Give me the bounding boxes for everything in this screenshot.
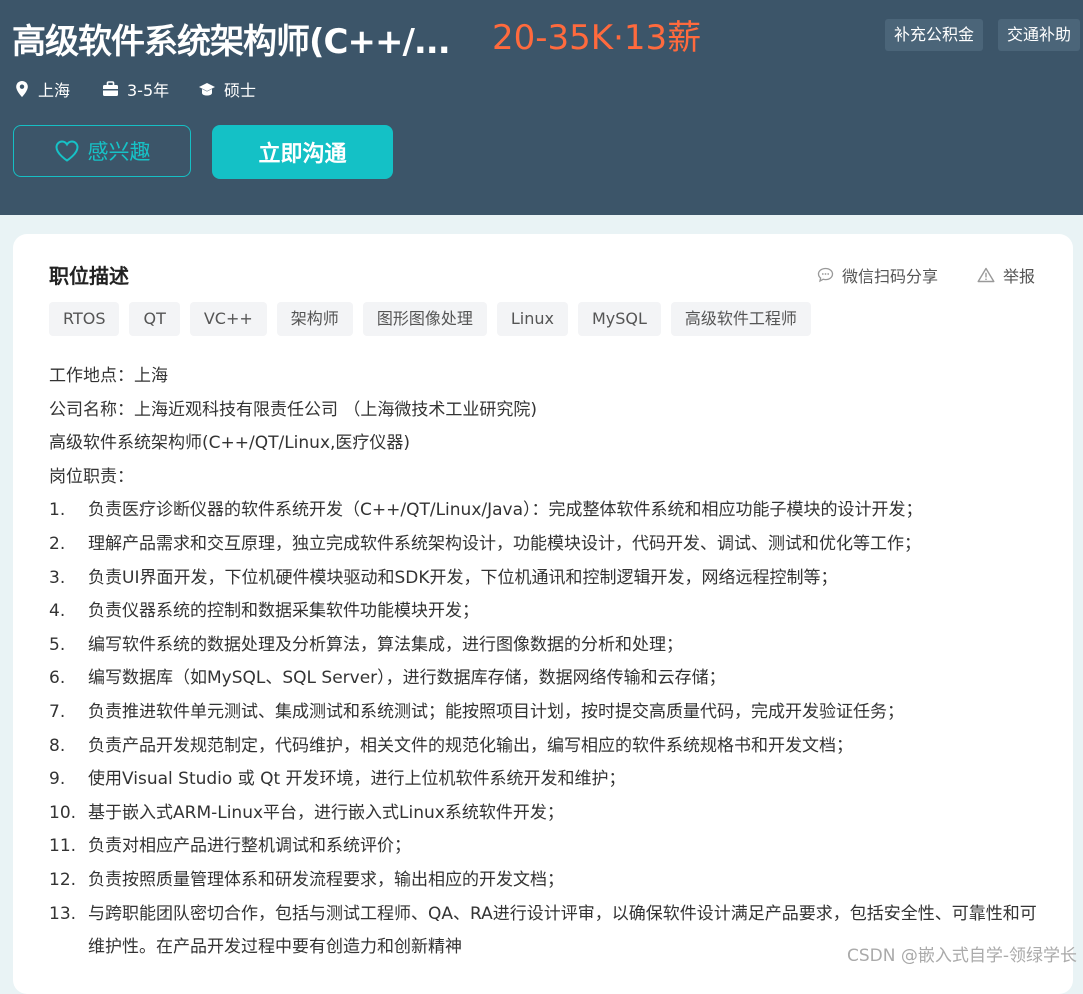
responsibility-item: 5. 编写软件系统的数据处理及分析算法，算法集成，进行图像数据的分析和处理； [49, 629, 1049, 663]
work-location-line: 工作地点：上海 [49, 366, 168, 386]
item-text: 基于嵌入式ARM-Linux平台，进行嵌入式Linux系统软件开发； [88, 802, 564, 823]
skill-tag: Linux [496, 302, 568, 336]
responsibility-item: 8. 负责产品开发规范制定，代码维护，相关文件的规范化输出，编写相应的软件系统规… [49, 730, 1049, 764]
job-description-text: 工作地点：上海 公司名称：上海近观科技有限责任公司 （上海微技术工业研究院) 高… [49, 360, 1049, 965]
item-text: 负责产品开发规范制定，代码维护，相关文件的规范化输出，编写相应的软件系统规格书和… [88, 735, 853, 756]
responsibility-item: 7. 负责推进软件单元测试、集成测试和系统测试；能按照项目计划，按时提交高质量代… [49, 696, 1049, 730]
skill-tag: RTOS [49, 302, 120, 336]
responsibility-item: 3. 负责UI界面开发，下位机硬件模块驱动和SDK开发，下位机通讯和控制逻辑开发… [49, 562, 1049, 596]
item-number: 3. [49, 567, 66, 588]
item-text: 负责医疗诊断仪器的软件系统开发（C++/QT/Linux/Java）：完成整体软… [88, 500, 923, 521]
item-number: 13. [49, 903, 77, 924]
responsibility-item: 2. 理解产品需求和交互原理，独立完成软件系统架构设计，功能模块设计，代码开发、… [49, 528, 1049, 562]
skill-tags: RTOS QT VC++ 架构师 图形图像处理 Linux MySQL 高级软件… [49, 302, 811, 336]
interest-label: 感兴趣 [87, 140, 151, 164]
chat-bubble-icon [817, 267, 834, 283]
responsibility-item: 4. 负责仪器系统的控制和数据采集软件功能模块开发； [49, 595, 1049, 629]
benefit-tag-housing-fund: 补充公积金 [885, 19, 984, 51]
meta-education: 硕士 [198, 77, 256, 101]
item-number: 2. [49, 533, 66, 554]
item-text: 负责UI界面开发，下位机硬件模块驱动和SDK开发，下位机通讯和控制逻辑开发，网络… [88, 567, 838, 588]
item-number: 11. [49, 836, 77, 857]
report-button[interactable]: 举报 [977, 263, 1035, 287]
item-text: 负责仪器系统的控制和数据采集软件功能模块开发； [88, 601, 479, 622]
report-label: 举报 [1003, 267, 1036, 286]
item-text: 使用Visual Studio 或 Qt 开发环境，进行上位机软件系统开发和维护… [88, 769, 626, 790]
item-number: 10. [49, 802, 77, 823]
job-title: 高级软件系统架构师(C++/... [12, 22, 451, 62]
job-description-card: 职位描述 微信扫码分享 举报 RTOS QT VC++ 架构师 图形图像处理 L… [13, 234, 1073, 994]
benefit-tag-transport: 交通补助 [998, 19, 1081, 51]
item-number: 7. [49, 701, 66, 722]
position-line: 高级软件系统架构师(C++/QT/Linux,医疗仪器) [49, 433, 411, 454]
company-name-line: 公司名称：上海近观科技有限责任公司 （上海微技术工业研究院) [49, 399, 538, 420]
chat-now-button[interactable]: 立即沟通 [212, 125, 393, 179]
meta-experience: 3-5年 [102, 77, 169, 101]
location-text: 上海 [38, 81, 71, 100]
item-text: 负责对相应产品进行整机调试和系统评价； [88, 836, 411, 857]
item-text: 编写数据库（如MySQL、SQL Server），进行数据库存储，数据网络传输和… [88, 668, 726, 689]
wechat-share-button[interactable]: 微信扫码分享 [817, 263, 938, 287]
item-number: 4. [49, 601, 66, 622]
skill-tag: 高级软件工程师 [670, 302, 811, 336]
graduation-cap-icon [199, 83, 215, 96]
responsibility-item: 1. 负责医疗诊断仪器的软件系统开发（C++/QT/Linux/Java）：完成… [49, 494, 1049, 528]
responsibility-item: 11. 负责对相应产品进行整机调试和系统评价； [49, 830, 1049, 864]
salary-range: 20-35K·13薪 [492, 18, 702, 58]
section-title: 职位描述 [49, 264, 129, 288]
item-number: 8. [49, 735, 66, 756]
skill-tag: VC++ [189, 302, 267, 336]
skill-tag: 架构师 [276, 302, 353, 336]
skill-tag: QT [129, 302, 180, 336]
skill-tag: MySQL [577, 302, 661, 336]
responsibilities-heading: 岗位职责： [49, 466, 134, 487]
item-number: 5. [49, 634, 66, 655]
education-text: 硕士 [224, 81, 257, 100]
item-number: 1. [49, 500, 66, 521]
location-pin-icon [16, 81, 28, 97]
interest-button[interactable]: 感兴趣 [13, 125, 191, 177]
item-number: 12. [49, 869, 77, 890]
responsibility-item: 10. 基于嵌入式ARM-Linux平台，进行嵌入式Linux系统软件开发； [49, 797, 1049, 831]
heart-icon [54, 140, 79, 162]
responsibility-item: 6. 编写数据库（如MySQL、SQL Server），进行数据库存储，数据网络… [49, 662, 1049, 696]
watermark: CSDN @嵌入式自学-领绿学长 [846, 946, 1077, 966]
briefcase-icon [103, 81, 118, 96]
wechat-share-label: 微信扫码分享 [842, 267, 939, 286]
warning-icon [977, 267, 995, 283]
responsibility-item: 12. 负责按照质量管理体系和研发流程要求，输出相应的开发文档； [49, 864, 1049, 898]
item-text: 负责按照质量管理体系和研发流程要求，输出相应的开发文档； [88, 869, 564, 890]
skill-tag: 图形图像处理 [362, 302, 487, 336]
job-header: 高级软件系统架构师(C++/... 20-35K·13薪 补充公积金 交通补助 … [0, 0, 1083, 215]
item-text: 理解产品需求和交互原理，独立完成软件系统架构设计，功能模块设计，代码开发、调试、… [88, 533, 921, 554]
item-number: 9. [49, 769, 66, 790]
meta-location: 上海 [14, 77, 70, 101]
experience-text: 3-5年 [127, 81, 170, 100]
item-text: 负责推进软件单元测试、集成测试和系统测试；能按照项目计划，按时提交高质量代码，完… [88, 701, 904, 722]
item-text: 编写软件系统的数据处理及分析算法，算法集成，进行图像数据的分析和处理； [88, 634, 683, 655]
responsibility-item: 9. 使用Visual Studio 或 Qt 开发环境，进行上位机软件系统开发… [49, 763, 1049, 797]
item-number: 6. [49, 668, 66, 689]
